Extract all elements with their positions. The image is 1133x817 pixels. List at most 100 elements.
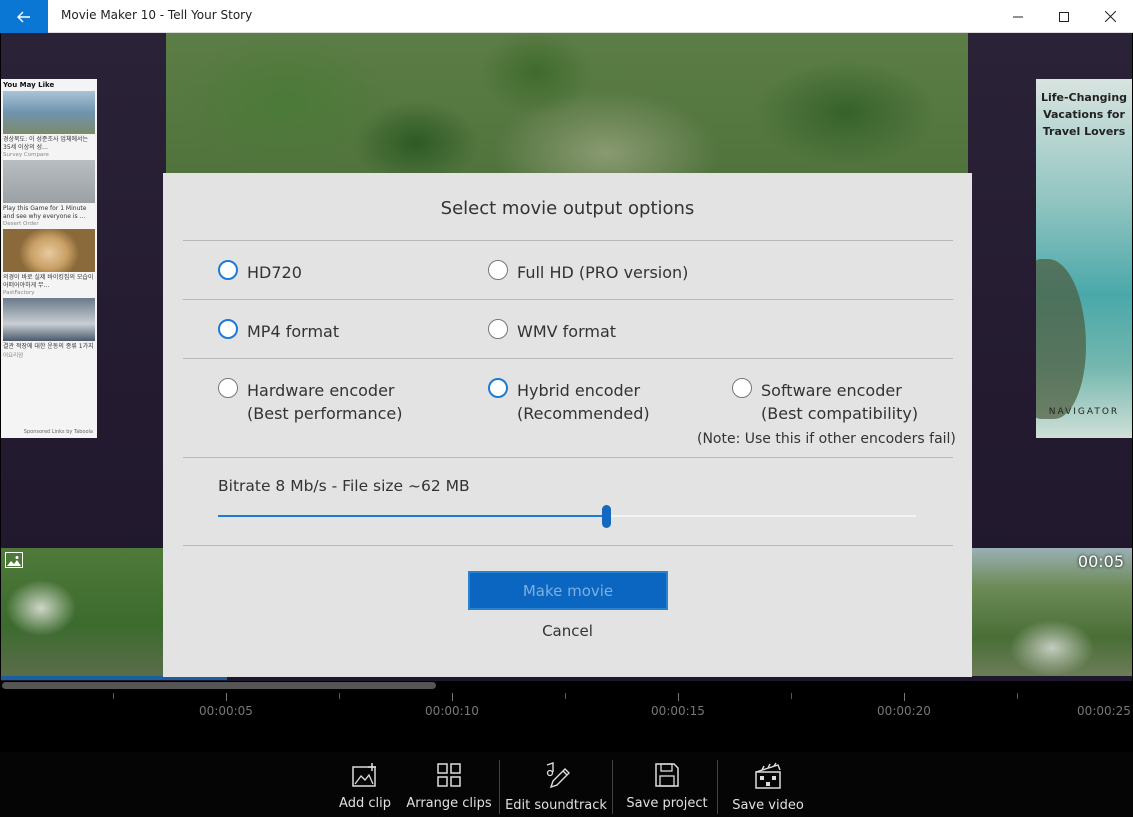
ad-item[interactable]: 결관 적장에 대한 운동의 종류 1가지 어요리얌	[1, 298, 97, 361]
save-project-label: Save project	[626, 796, 708, 811]
back-button[interactable]	[0, 0, 48, 33]
timeline-ruler[interactable]: 00:00:05 00:00:10 00:00:15 00:00:20 00:0…	[0, 689, 1133, 749]
ruler-tick	[452, 693, 453, 701]
option-hardware-encoder-label: Hardware encoder (Best performance)	[247, 379, 402, 425]
close-button[interactable]	[1087, 0, 1133, 33]
bitrate-slider-thumb[interactable]	[602, 505, 611, 528]
divider	[183, 358, 953, 359]
minimize-button[interactable]	[995, 0, 1041, 33]
option-software-encoder-label: Software encoder (Best compatibility)	[761, 379, 918, 425]
ruler-tick	[791, 693, 792, 699]
image-icon	[5, 552, 23, 568]
add-clip-button[interactable]: Add clip	[336, 758, 394, 816]
radio-software-encoder[interactable]	[732, 378, 752, 398]
ruler-label: 00:00:20	[877, 704, 931, 718]
arrange-clips-label: Arrange clips	[406, 796, 492, 811]
toolbar-divider	[612, 760, 613, 814]
ad-thumbnail	[3, 229, 95, 272]
save-video-button[interactable]: Save video	[730, 758, 806, 816]
ad-item[interactable]: 의경이 바로 실제 바이킹집의 모습이 어떠어야하게 무… PastFactor…	[1, 229, 97, 298]
timeline-clip[interactable]	[1, 548, 165, 676]
bitrate-slider-fill	[218, 515, 606, 517]
toolbar-divider	[499, 760, 500, 814]
radio-hybrid-encoder[interactable]	[488, 378, 508, 398]
floppy-disk-icon	[655, 763, 679, 787]
make-movie-button[interactable]: Make movie	[468, 571, 668, 610]
divider	[183, 457, 953, 458]
option-fullhd-label: Full HD (PRO version)	[517, 263, 689, 282]
music-pencil-icon	[546, 762, 570, 789]
ruler-tick	[678, 693, 679, 701]
ad-item[interactable]: 경상북도: 이 성준조사 업체에서는 35세 이상의 성… Survey Com…	[1, 91, 97, 160]
ruler-label: 00:00:05	[199, 704, 253, 718]
bottom-toolbar: Add clip Arrange clips Edit soundtrack S…	[0, 752, 1133, 817]
timeline-scrollbar[interactable]	[2, 682, 436, 689]
window-title: Movie Maker 10 - Tell Your Story	[61, 8, 253, 22]
minimize-icon	[1013, 16, 1023, 17]
output-options-dialog: Select movie output options HD720 Full H…	[163, 173, 972, 677]
ruler-tick	[226, 693, 227, 701]
edit-soundtrack-button[interactable]: Edit soundtrack	[505, 758, 607, 816]
ruler-label: 00:00:15	[651, 704, 705, 718]
save-project-button[interactable]: Save project	[626, 758, 708, 816]
ad-source: 어요리얌	[3, 353, 24, 359]
ad-headline: Life-Changing Vacations for Travel Lover…	[1040, 91, 1128, 138]
close-icon	[1104, 11, 1116, 22]
ad-item[interactable]: Play this Game for 1 Minute and see why …	[1, 160, 97, 229]
option-mp4[interactable]: MP4 format	[218, 319, 340, 343]
ad-thumbnail	[3, 160, 95, 203]
ad-source: PastFactory	[3, 290, 35, 296]
arrow-left-icon	[17, 11, 30, 22]
ad-source: Desert Order	[3, 221, 39, 227]
film-clapper-icon	[755, 762, 781, 789]
ad-heading: You May Like	[3, 81, 55, 89]
option-fullhd[interactable]: Full HD (PRO version)	[488, 260, 689, 284]
title-bar: Movie Maker 10 - Tell Your Story	[0, 0, 1133, 33]
option-hybrid-encoder-label: Hybrid encoder (Recommended)	[517, 379, 650, 425]
ad-thumbnail	[3, 298, 95, 341]
option-hardware-encoder[interactable]: Hardware encoder (Best performance)	[218, 378, 402, 425]
software-encoder-title: Software encoder	[761, 381, 902, 400]
option-hybrid-encoder[interactable]: Hybrid encoder (Recommended)	[488, 378, 650, 425]
ad-brand: NAVIGATOR	[1048, 407, 1120, 417]
option-hd720-label: HD720	[247, 263, 302, 282]
bitrate-label: Bitrate 8 Mb/s - File size ~62 MB	[218, 477, 470, 495]
software-encoder-subtitle: (Best compatibility)	[761, 404, 919, 423]
radio-hardware-encoder[interactable]	[218, 378, 238, 398]
arrange-clips-button[interactable]: Arrange clips	[406, 758, 492, 816]
ruler-tick	[113, 693, 114, 699]
add-clip-label: Add clip	[339, 796, 391, 811]
hardware-encoder-subtitle: (Best performance)	[247, 404, 403, 423]
ruler-label: 00:00:25	[1077, 704, 1131, 718]
option-software-encoder[interactable]: Software encoder (Best compatibility)	[732, 378, 918, 425]
ad-footer[interactable]: Sponsored Links by Taboola	[24, 429, 93, 435]
maximize-button[interactable]	[1041, 0, 1087, 33]
hardware-encoder-title: Hardware encoder	[247, 381, 395, 400]
radio-hd720[interactable]	[218, 260, 238, 280]
hybrid-encoder-subtitle: (Recommended)	[517, 404, 650, 423]
grid-icon	[437, 763, 461, 787]
timeline-clip[interactable]: 00:05	[972, 548, 1132, 676]
ad-thumbnail	[3, 91, 95, 134]
ruler-tick	[339, 693, 340, 699]
radio-mp4[interactable]	[218, 319, 238, 339]
option-hd720[interactable]: HD720	[218, 260, 302, 284]
option-wmv-label: WMV format	[517, 322, 617, 341]
dialog-title: Select movie output options	[440, 198, 695, 219]
ruler-tick	[1017, 693, 1018, 699]
edit-soundtrack-label: Edit soundtrack	[505, 798, 607, 813]
divider	[183, 545, 953, 546]
option-wmv[interactable]: WMV format	[488, 319, 617, 343]
ruler-tick	[904, 693, 905, 701]
add-image-icon	[352, 763, 376, 787]
ad-panel-right[interactable]: Life-Changing Vacations for Travel Lover…	[1036, 79, 1132, 438]
toolbar-divider	[717, 760, 718, 814]
option-mp4-label: MP4 format	[247, 322, 340, 341]
software-encoder-note: (Note: Use this if other encoders fail)	[697, 431, 956, 447]
ad-panel-left[interactable]: You May Like 경상북도: 이 성준조사 업체에서는 35세 이상의 …	[1, 79, 97, 438]
radio-fullhd[interactable]	[488, 260, 508, 280]
ruler-label: 00:00:10	[425, 704, 479, 718]
cancel-button[interactable]: Cancel	[163, 622, 972, 640]
ad-text: Play this Game for 1 Minute and see why …	[3, 205, 87, 220]
radio-wmv[interactable]	[488, 319, 508, 339]
